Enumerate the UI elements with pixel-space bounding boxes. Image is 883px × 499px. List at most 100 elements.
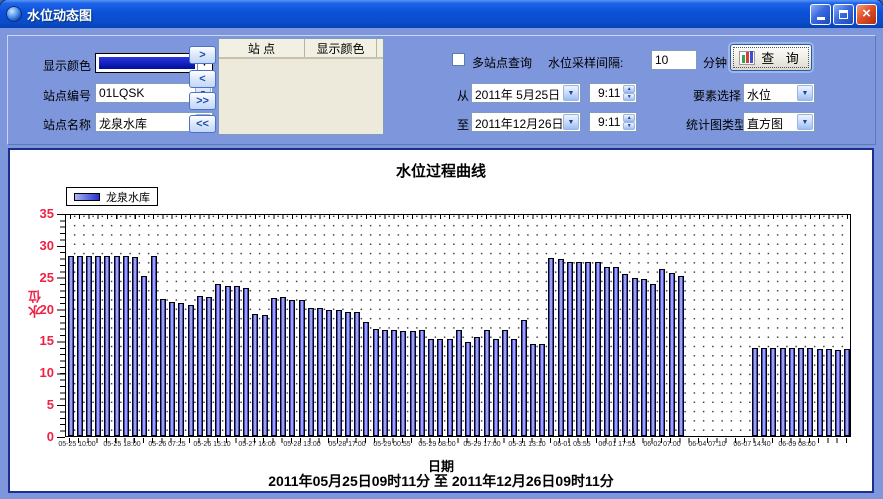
list-column-header[interactable]: 站 点 [219, 39, 305, 57]
bar [641, 279, 647, 436]
chart-type-value: 直方图 [744, 113, 796, 131]
bar [86, 256, 92, 436]
title-bar[interactable]: 水位动态图 × [0, 0, 883, 28]
bar [761, 348, 767, 436]
window-title: 水位动态图 [27, 5, 808, 24]
chevron-down-icon[interactable]: ▼ [797, 85, 813, 101]
bar [521, 320, 527, 436]
bar [502, 330, 508, 436]
y-tick-label: 0 [24, 429, 54, 444]
multi-station-checkbox[interactable] [452, 53, 465, 66]
x-tick-label: 05-26 07:25 [148, 441, 185, 448]
element-select-combo[interactable]: 水位 ▼ [743, 83, 815, 103]
x-tick-label: 06-01 17:55 [598, 441, 635, 448]
bar [151, 256, 157, 436]
query-button[interactable]: 查 询 [730, 44, 812, 71]
bar [289, 300, 295, 436]
bar [262, 315, 268, 436]
chart-type-combo[interactable]: 直方图 ▼ [743, 112, 815, 132]
transfer-button-2[interactable]: >> [189, 92, 216, 110]
bar [530, 344, 536, 436]
bar [206, 297, 212, 436]
from-time-spinner[interactable]: 9:11 ▲▼ [589, 83, 637, 103]
legend-label: 龙泉水库 [106, 189, 150, 205]
x-tick-label: 05-29 17:00 [463, 441, 500, 448]
x-tick-label: 06-07 14:40 [733, 441, 770, 448]
bar [669, 273, 675, 436]
x-tick-label: 05-29 00:55 [373, 441, 410, 448]
chart-area: 水位过程曲线 龙泉水库 水位 日期 2011年05月25日09时11分 至 20… [8, 148, 874, 493]
bar [419, 330, 425, 436]
spin-up-icon[interactable]: ▲ [623, 114, 635, 122]
station-list-header: 站 点显示颜色 [219, 39, 383, 59]
bar [817, 349, 823, 436]
chevron-down-icon[interactable]: ▼ [797, 114, 813, 130]
interval-input[interactable] [651, 50, 697, 70]
bar [345, 312, 351, 436]
interval-label: 水位采样间隔: [548, 54, 623, 71]
bar [188, 305, 194, 436]
bar [252, 314, 258, 436]
bar [428, 339, 434, 436]
from-time-value: 9:11 [590, 84, 622, 102]
chart-legend: 龙泉水库 [66, 187, 158, 206]
transfer-button-1[interactable]: < [189, 70, 216, 88]
interval-unit-label: 分钟 [703, 54, 727, 71]
bar [798, 348, 804, 436]
station-name-value: 龙泉水库 [96, 113, 194, 131]
bar [95, 256, 101, 436]
bar [456, 330, 462, 436]
transfer-button-0[interactable]: > [189, 46, 216, 64]
bar [363, 322, 369, 436]
bar [567, 262, 573, 436]
minimize-icon [817, 17, 825, 20]
bar [299, 300, 305, 436]
x-tick-label: 06-01 03:55 [553, 441, 590, 448]
bar [169, 302, 175, 436]
spin-up-icon[interactable]: ▲ [623, 85, 635, 93]
x-tick-label: 05-26 15:10 [193, 441, 230, 448]
bar [225, 286, 231, 436]
maximize-button[interactable] [833, 4, 854, 25]
bar [410, 331, 416, 436]
to-date-value: 2011年12月26日 [472, 113, 562, 131]
bar [752, 348, 758, 436]
close-button[interactable]: × [856, 4, 877, 25]
bar [308, 308, 314, 436]
spin-down-icon[interactable]: ▼ [623, 122, 635, 130]
spin-down-icon[interactable]: ▼ [623, 93, 635, 101]
bar [632, 278, 638, 436]
bar [382, 330, 388, 436]
x-tick-label: 06-09 08:00 [778, 441, 815, 448]
bar [789, 348, 795, 436]
bar [622, 274, 628, 436]
bar [141, 276, 147, 436]
station-list[interactable]: 站 点显示颜色 [218, 38, 384, 135]
x-tick-label: 05-25 10:00 [58, 441, 95, 448]
station-name-label: 站点名称 [43, 116, 91, 133]
to-time-spinner[interactable]: 9:11 ▲▼ [589, 112, 637, 132]
dialog-content: 显示颜色 ▼ 站点编号 01LQSK ▼ 站点名称 龙泉水库 ▼ ><>><< … [3, 28, 880, 496]
bar [317, 308, 323, 436]
bar [493, 339, 499, 436]
bar [659, 269, 665, 436]
app-icon [6, 6, 22, 22]
bar [373, 329, 379, 436]
from-label: 从 [457, 87, 469, 104]
minimize-button[interactable] [810, 4, 831, 25]
bar [558, 259, 564, 436]
from-date-picker[interactable]: 2011年 5月25日 ▼ [471, 83, 581, 103]
bar [123, 256, 129, 436]
bar [576, 262, 582, 436]
transfer-button-3[interactable]: << [189, 115, 216, 133]
chevron-down-icon[interactable]: ▼ [563, 85, 579, 101]
bar [132, 257, 138, 436]
to-date-picker[interactable]: 2011年12月26日 ▼ [471, 112, 581, 132]
bar [465, 342, 471, 436]
bar [844, 349, 850, 436]
bar [215, 284, 221, 436]
close-icon: × [862, 6, 871, 21]
bar [835, 350, 841, 437]
list-column-header[interactable]: 显示颜色 [305, 39, 377, 57]
chevron-down-icon[interactable]: ▼ [563, 114, 579, 130]
